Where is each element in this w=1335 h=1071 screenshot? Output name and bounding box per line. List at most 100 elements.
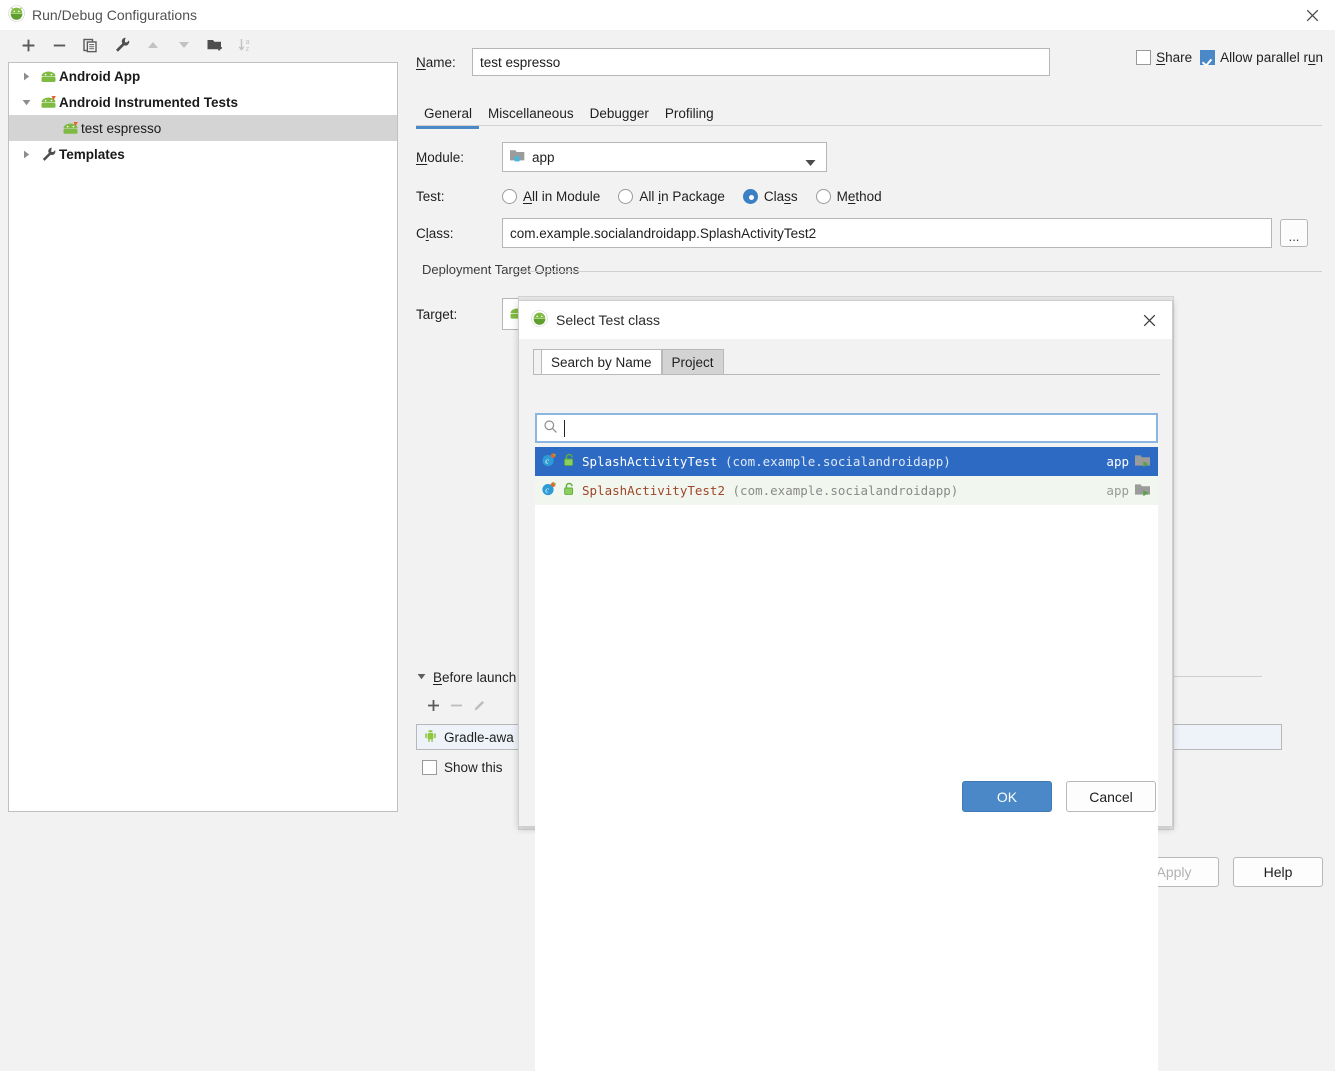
wrench-icon[interactable]	[106, 31, 137, 59]
name-input[interactable]: test espresso	[472, 48, 1050, 76]
search-input[interactable]	[535, 413, 1158, 443]
close-icon[interactable]	[1132, 307, 1166, 333]
class-browse-button[interactable]: ...	[1280, 219, 1308, 247]
modal-title: Select Test class	[556, 312, 661, 328]
tab-profiling[interactable]: Profiling	[657, 100, 722, 126]
before-launch-task-label: Gradle-awa	[444, 729, 514, 745]
module-dropdown[interactable]: app	[502, 142, 827, 172]
select-test-class-dialog: Select Test class Search by Name Project	[518, 300, 1173, 1071]
radio-circle	[815, 188, 831, 204]
remove-configuration-button[interactable]	[44, 31, 75, 59]
help-button[interactable]: Help	[1233, 857, 1323, 887]
configurations-panel: a z Android App Android Instrumented Tes…	[8, 30, 398, 812]
radio-class[interactable]: Class	[742, 188, 798, 204]
list-item-module-label: app	[1106, 454, 1129, 469]
module-folder-icon	[1134, 453, 1152, 471]
java-class-test-icon: c	[541, 452, 557, 471]
remove-task-button	[449, 698, 464, 716]
radio-label: All in Module	[523, 188, 601, 204]
share-checkbox[interactable]: Share	[1136, 50, 1192, 65]
before-launch-label: Before launch	[433, 669, 517, 685]
deployment-target-options-group: Deployment Target Options	[416, 262, 1322, 292]
tab-search-by-name[interactable]: Search by Name	[541, 349, 662, 375]
android-icon	[37, 70, 59, 83]
radio-label: Method	[836, 188, 882, 204]
folder-add-icon[interactable]	[199, 31, 230, 59]
android-test-icon	[59, 121, 81, 135]
share-label: Share	[1156, 50, 1193, 65]
tree-item-android-instrumented-tests[interactable]: Android Instrumented Tests	[9, 89, 397, 115]
modal-titlebar: Select Test class	[519, 301, 1172, 339]
svg-text:z: z	[245, 46, 249, 53]
text-caret	[564, 419, 565, 437]
tab-strip-edge	[533, 349, 541, 375]
arrow-down-icon	[168, 31, 199, 59]
config-tabs: General Miscellaneous Debugger Profiling	[416, 98, 1322, 132]
list-item-class-name: SplashActivityTest	[582, 454, 718, 469]
modal-ok-button[interactable]: OK	[962, 781, 1052, 812]
test-label: Test:	[416, 188, 445, 204]
tree-item-label: Android Instrumented Tests	[59, 94, 239, 110]
class-row: Class: com.example.socialandroidapp.Spla…	[416, 218, 1308, 248]
class-input[interactable]: com.example.socialandroidapp.SplashActiv…	[502, 218, 1272, 248]
copy-configuration-button[interactable]	[75, 31, 106, 59]
svg-text:a: a	[245, 39, 249, 46]
tree-item-label: Templates	[59, 146, 125, 162]
java-class-test-icon: c	[541, 481, 557, 500]
list-item-package: (com.example.socialandroidapp)	[725, 454, 951, 469]
tree-item-label: Android App	[59, 68, 141, 84]
chevron-right-icon[interactable]	[15, 71, 37, 82]
svg-text:c: c	[545, 486, 549, 495]
list-item[interactable]: c SplashActivityTest2 (com.example.socia…	[535, 476, 1158, 505]
radio-all-in-package[interactable]: All in Package	[618, 188, 725, 204]
android-icon	[423, 728, 438, 746]
add-configuration-button[interactable]	[13, 31, 44, 59]
tree-item-test-espresso[interactable]: test espresso	[9, 115, 397, 141]
add-task-button[interactable]	[426, 698, 441, 716]
modal-cancel-button[interactable]: Cancel	[1066, 781, 1156, 812]
unlock-green-icon	[563, 453, 576, 470]
list-item-module: app	[1106, 476, 1152, 505]
results-list[interactable]: c SplashActivityTest (com.example.social…	[535, 447, 1158, 1071]
tree-item-android-app[interactable]: Android App	[9, 63, 397, 89]
group-divider	[516, 271, 1322, 272]
list-item-module: app	[1106, 447, 1152, 476]
active-tab-indicator	[416, 126, 479, 129]
allow-parallel-run-checkbox[interactable]: Allow parallel run	[1200, 50, 1323, 65]
module-folder-icon	[1134, 482, 1152, 500]
tab-debugger[interactable]: Debugger	[582, 100, 657, 126]
chevron-down-icon[interactable]	[805, 155, 816, 170]
module-label: Module:	[416, 149, 465, 165]
close-icon[interactable]	[1290, 0, 1335, 30]
chevron-right-icon[interactable]	[15, 149, 37, 160]
chevron-down-icon[interactable]	[416, 670, 427, 685]
deployment-group-label: Deployment Target Options	[422, 262, 586, 277]
wrench-icon	[37, 146, 59, 163]
radio-label: Class	[763, 188, 798, 204]
radio-all-in-module[interactable]: All in Module	[502, 188, 601, 204]
name-input-value: test espresso	[480, 54, 561, 70]
tree-item-templates[interactable]: Templates	[9, 141, 397, 167]
pencil-icon	[472, 698, 487, 716]
share-options: Share Allow parallel run	[1136, 50, 1323, 65]
tab-project[interactable]: Project	[661, 349, 724, 375]
module-row: Module: app	[416, 142, 827, 172]
configurations-tree[interactable]: Android App Android Instrumented Tests t…	[8, 62, 398, 812]
allow-parallel-run-label: Allow parallel run	[1220, 50, 1323, 65]
svg-text:c: c	[545, 457, 549, 466]
module-value: app	[532, 149, 555, 165]
tab-miscellaneous[interactable]: Miscellaneous	[480, 100, 582, 126]
configurations-toolbar: a z	[8, 30, 398, 60]
list-item-class-name: SplashActivityTest2	[582, 483, 725, 498]
tree-item-label: test espresso	[81, 120, 162, 136]
radio-circle	[618, 188, 634, 204]
chevron-down-icon[interactable]	[15, 97, 37, 108]
tab-baseline	[533, 374, 1160, 375]
radio-method[interactable]: Method	[815, 188, 882, 204]
radio-circle-selected	[742, 188, 758, 204]
list-item-package: (com.example.socialandroidapp)	[732, 483, 959, 498]
unlock-green-icon	[563, 482, 576, 499]
tab-strip-filler	[723, 349, 1160, 375]
tab-general[interactable]: General	[416, 100, 480, 126]
list-item[interactable]: c SplashActivityTest (com.example.social…	[535, 447, 1158, 476]
